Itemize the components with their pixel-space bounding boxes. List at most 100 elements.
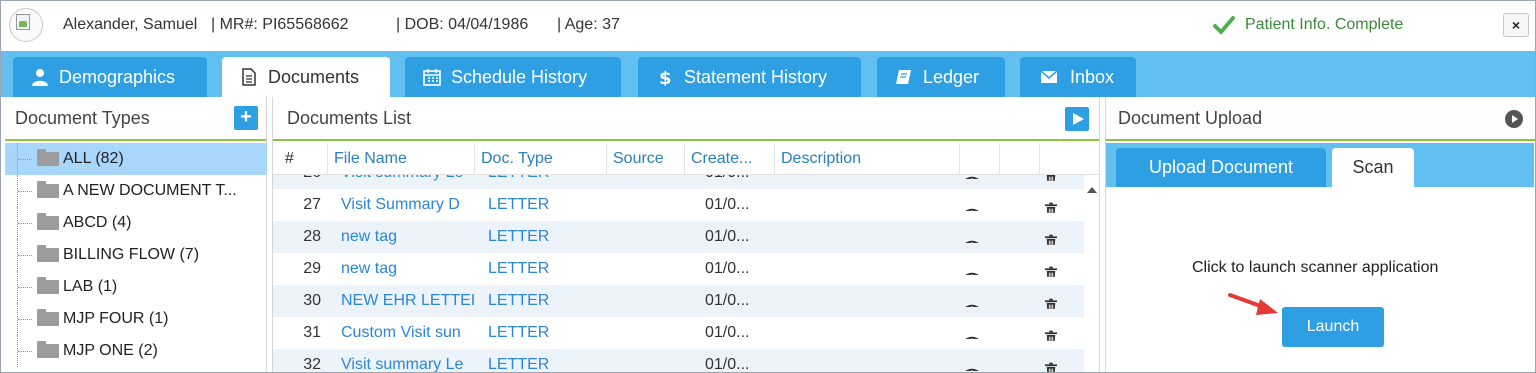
delete-trash-icon[interactable] [1045, 197, 1059, 213]
column-header-created[interactable]: Create... [684, 143, 774, 175]
view-eye-icon[interactable] [963, 263, 985, 275]
created-date: 01/0... [705, 196, 750, 213]
svg-text:$: $ [659, 68, 672, 86]
doc-type-link[interactable]: LETTER [488, 189, 598, 221]
table-header: # File Name Doc. Type Source Create... D… [273, 143, 1099, 175]
document-icon [242, 68, 256, 86]
tree-item-a-new-document[interactable]: A NEW DOCUMENT T... [5, 175, 267, 207]
patient-info-status: Patient Info. Complete [1213, 14, 1403, 36]
status-text: Patient Info. Complete [1245, 16, 1404, 33]
file-name-link[interactable]: Visit Summary D [341, 189, 476, 221]
table-row[interactable]: 27 Visit Summary D LETTER 01/0... [273, 189, 1084, 221]
row-number: 31 [303, 324, 321, 341]
close-button[interactable]: × [1503, 13, 1529, 37]
created-date: 01/0... [705, 175, 775, 189]
doc-type-link[interactable]: LETTER [488, 175, 598, 189]
column-header-doc-type[interactable]: Doc. Type [474, 143, 606, 175]
tab-scan[interactable]: Scan [1332, 148, 1414, 187]
view-eye-icon[interactable] [963, 199, 985, 211]
delete-trash-icon[interactable] [1045, 261, 1059, 277]
file-name-link[interactable]: NEW EHR LETTEI [341, 285, 476, 317]
tree-item-label: BILLING FLOW (7) [63, 246, 200, 263]
table-row[interactable]: 28 new tag LETTER 01/0... [273, 221, 1084, 253]
doc-type-link[interactable]: LETTER [488, 349, 598, 372]
delete-trash-icon[interactable] [1045, 175, 1059, 181]
file-name-link[interactable]: Visit summary Le [341, 175, 476, 189]
created-date: 01/0... [705, 292, 750, 309]
document-types-header: Document Types + [5, 97, 266, 141]
expand-panel-button[interactable] [1065, 107, 1089, 131]
created-date: 01/0... [705, 324, 750, 341]
tab-upload-document[interactable]: Upload Document [1116, 148, 1326, 187]
tree-item-mjp-one[interactable]: MJP ONE (2) [5, 335, 267, 367]
view-eye-icon[interactable] [963, 359, 985, 371]
doc-type-link[interactable]: LETTER [488, 317, 598, 349]
doc-type-link[interactable]: LETTER [488, 221, 598, 253]
table-row[interactable]: 32 Visit summary Le LETTER 01/0... [273, 349, 1084, 373]
delete-trash-icon[interactable] [1045, 325, 1059, 341]
doc-type-link[interactable]: LETTER [488, 285, 598, 317]
tab-schedule-history[interactable]: Schedule History [405, 57, 621, 97]
table-row[interactable]: 30 NEW EHR LETTEI LETTER 01/0... [273, 285, 1084, 317]
user-icon [32, 69, 48, 86]
file-name-link[interactable]: new tag [341, 221, 476, 253]
table-row[interactable]: 26 Visit summary Le LETTER 01/0... [273, 175, 1084, 189]
column-header-view [959, 143, 999, 175]
folder-icon [37, 181, 59, 198]
documents-list-header: Documents List [273, 97, 1099, 141]
tree-item-mjp-four[interactable]: MJP FOUR (1) [5, 303, 267, 335]
collapse-arrow-icon[interactable] [1505, 110, 1523, 128]
tree-item-label: A NEW DOCUMENT T... [63, 182, 237, 199]
tab-documents[interactable]: Documents [222, 57, 390, 97]
delete-trash-icon[interactable] [1045, 357, 1059, 372]
column-header-file-name[interactable]: File Name [327, 143, 474, 175]
view-eye-icon[interactable] [963, 295, 985, 307]
scroll-up-arrow-icon[interactable] [1087, 187, 1097, 193]
book-icon [896, 70, 911, 84]
vertical-scrollbar[interactable] [1084, 175, 1099, 372]
tab-demographics[interactable]: Demographics [13, 57, 207, 97]
view-eye-icon[interactable] [963, 175, 985, 179]
row-number: 32 [303, 356, 321, 373]
column-header-description[interactable]: Description [774, 143, 959, 175]
column-header-source[interactable]: Source [606, 143, 684, 175]
created-date: 01/0... [705, 228, 750, 245]
tree-branch-line [17, 303, 35, 335]
patient-window: Alexander, Samuel | MR#: PI65568662 | DO… [0, 0, 1536, 373]
tree-item-billing-flow[interactable]: BILLING FLOW (7) [5, 239, 267, 271]
tab-label: Inbox [1070, 66, 1115, 87]
file-name-link[interactable]: Visit summary Le [341, 349, 476, 372]
table-row[interactable]: 31 Custom Visit sun LETTER 01/0... [273, 317, 1084, 349]
main-tab-bar: Demographics Documents Schedule History … [1, 51, 1535, 97]
tree-branch-line [17, 239, 35, 271]
documents-list-panel: Documents List # File Name Doc. Type Sou… [272, 97, 1100, 373]
tab-statement-history[interactable]: $ Statement History [638, 57, 861, 97]
delete-trash-icon[interactable] [1045, 293, 1059, 309]
tab-ledger[interactable]: Ledger [877, 57, 1005, 97]
add-document-type-button[interactable]: + [234, 106, 258, 130]
delete-trash-icon[interactable] [1045, 229, 1059, 245]
tab-label: Demographics [59, 66, 176, 87]
column-header-number[interactable]: # [273, 143, 327, 175]
folder-icon [37, 149, 59, 166]
launch-button[interactable]: Launch [1282, 307, 1384, 347]
doc-type-link[interactable]: LETTER [488, 253, 598, 285]
tab-label: Statement History [684, 66, 828, 87]
file-name-link[interactable]: Custom Visit sun [341, 317, 476, 349]
folder-icon [37, 213, 59, 230]
table-body[interactable]: 26 Visit summary Le LETTER 01/0... 27 Visit S… [273, 175, 1099, 373]
view-eye-icon[interactable] [963, 327, 985, 339]
documents-table: # File Name Doc. Type Source Create... D… [273, 143, 1099, 373]
tree-item-lab[interactable]: LAB (1) [5, 271, 267, 303]
file-name-link[interactable]: new tag [341, 253, 476, 285]
view-eye-icon[interactable] [963, 231, 985, 243]
dollar-icon: $ [659, 68, 672, 86]
tab-inbox[interactable]: Inbox [1020, 57, 1136, 97]
tree-item-all[interactable]: ALL (82) [5, 143, 267, 175]
tree-item-label: LAB (1) [63, 278, 118, 295]
document-upload-header: Document Upload [1106, 97, 1535, 141]
tree-item-abcd[interactable]: ABCD (4) [5, 207, 267, 239]
medical-record-number: | MR#: PI65568662 [211, 16, 349, 33]
calendar-icon [423, 69, 441, 86]
table-row[interactable]: 29 new tag LETTER 01/0... [273, 253, 1084, 285]
